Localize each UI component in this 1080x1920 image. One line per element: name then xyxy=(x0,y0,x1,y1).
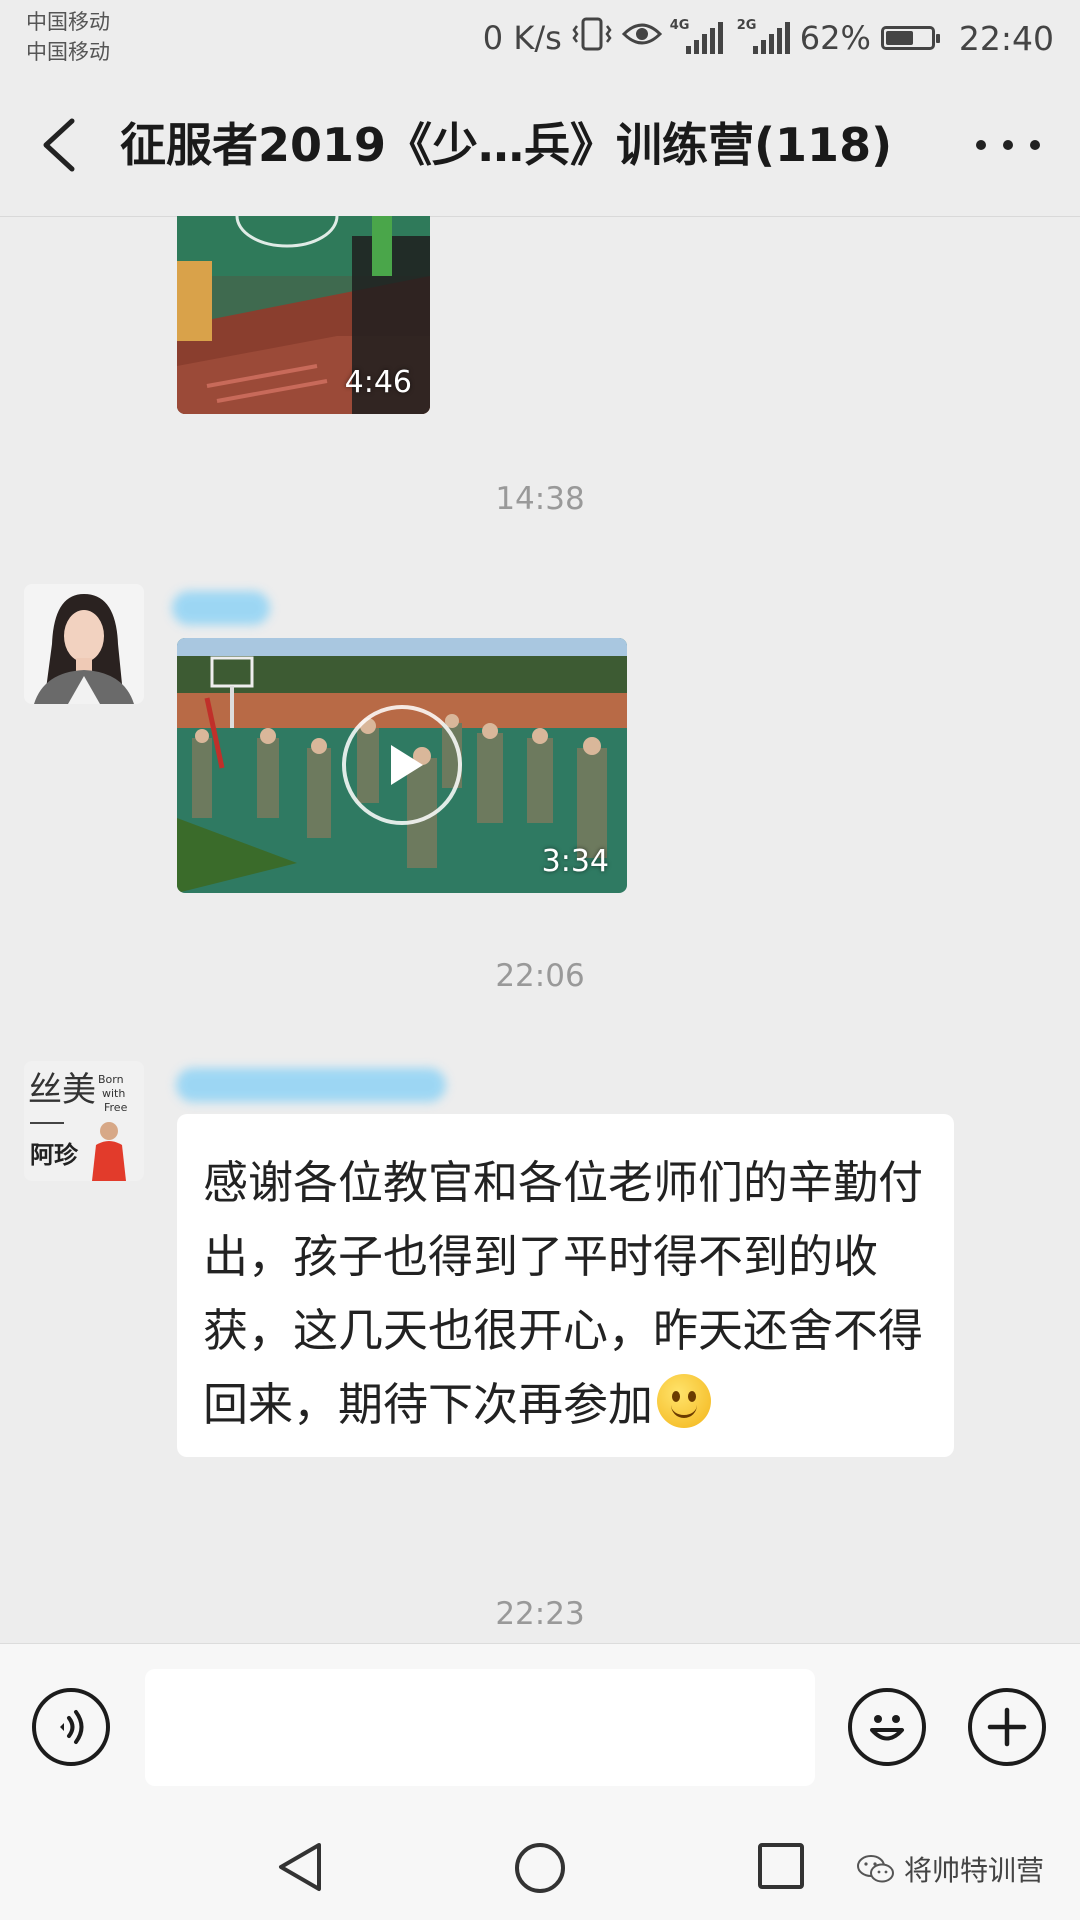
video-message[interactable]: 3:34 xyxy=(177,638,627,893)
plus-icon xyxy=(987,1707,1027,1747)
battery-percent: 62% xyxy=(799,19,871,57)
chat-input-bar xyxy=(0,1643,1080,1804)
more-functions-button[interactable] xyxy=(968,1688,1046,1766)
more-options-button[interactable] xyxy=(976,125,1040,165)
circle-home-icon xyxy=(515,1843,565,1893)
signal-2g-icon: 2G xyxy=(737,18,790,54)
video-duration: 4:46 xyxy=(344,365,412,400)
eye-icon xyxy=(621,18,662,58)
battery-icon xyxy=(880,26,940,50)
watermark-text: 将帅特训营 xyxy=(903,1854,1044,1887)
message-input[interactable] xyxy=(145,1669,815,1786)
voice-icon xyxy=(60,1710,84,1744)
chat-title: 征服者2019《少…兵》训练营(118) xyxy=(120,118,893,172)
nav-back-button[interactable] xyxy=(275,1841,325,1897)
carrier-1: 中国移动 xyxy=(26,10,110,34)
triangle-back-icon xyxy=(279,1843,321,1891)
sender-name-redacted xyxy=(172,591,270,625)
more-dot-icon xyxy=(976,140,986,150)
timestamp: 22:23 xyxy=(495,1596,585,1632)
smile-emoji-icon xyxy=(657,1374,712,1428)
more-dot-icon xyxy=(1030,140,1040,150)
wechat-icon xyxy=(856,1855,894,1883)
emoji-button[interactable] xyxy=(848,1688,926,1766)
vibrate-icon xyxy=(572,16,612,61)
signal-2g-label: 2G xyxy=(736,18,757,33)
avatar[interactable]: 丝美 Born with Free 阿珍 xyxy=(24,1061,144,1181)
message-text: 感谢各位教官和各位老师们的辛勤付出，孩子也得到了平时得不到的收获，这几天也很开心… xyxy=(203,1156,924,1431)
svg-text:Born: Born xyxy=(98,1073,124,1086)
voice-input-button[interactable] xyxy=(32,1688,110,1766)
avatar-text: 阿珍 xyxy=(30,1141,78,1169)
system-nav-bar: 将帅特训营 xyxy=(0,1803,1080,1920)
signal-4g-icon: 4G xyxy=(670,18,723,54)
square-recents-icon xyxy=(758,1843,804,1889)
message-list[interactable]: 4:46 14:38 3:34 22:06 丝美 Born with Free … xyxy=(0,216,1080,1643)
svg-text:Free: Free xyxy=(104,1101,128,1114)
svg-text:with: with xyxy=(102,1087,125,1100)
chevron-left-icon xyxy=(43,118,75,172)
timestamp: 14:38 xyxy=(495,481,585,517)
back-button[interactable] xyxy=(36,113,84,177)
play-button[interactable] xyxy=(342,705,462,825)
avatar-photo xyxy=(24,584,144,704)
net-speed: 0 K/s xyxy=(482,19,562,57)
video-duration: 3:34 xyxy=(541,844,609,879)
carrier-2: 中国移动 xyxy=(26,40,110,64)
svg-text:丝美: 丝美 xyxy=(28,1070,96,1110)
status-bar: 中国移动 中国移动 0 K/s 4G 2G 62% 22:40 xyxy=(0,0,1080,75)
clock: 22:40 xyxy=(958,18,1054,58)
chat-header: 征服者2019《少…兵》训练营(118) xyxy=(0,75,1080,217)
sender-name-redacted xyxy=(176,1068,446,1102)
video-message[interactable]: 4:46 xyxy=(177,216,430,414)
watermark: 将帅特训营 xyxy=(856,1849,1044,1889)
timestamp: 22:06 xyxy=(495,958,585,994)
nav-recents-button[interactable] xyxy=(756,1841,806,1895)
nav-home-button[interactable] xyxy=(513,1841,567,1899)
avatar[interactable] xyxy=(24,584,144,704)
smiley-icon xyxy=(870,1715,904,1741)
signal-4g-label: 4G xyxy=(669,18,690,33)
play-icon xyxy=(391,745,423,785)
text-message-bubble[interactable]: 感谢各位教官和各位老师们的辛勤付出，孩子也得到了平时得不到的收获，这几天也很开心… xyxy=(177,1114,954,1457)
more-dot-icon xyxy=(1003,140,1013,150)
